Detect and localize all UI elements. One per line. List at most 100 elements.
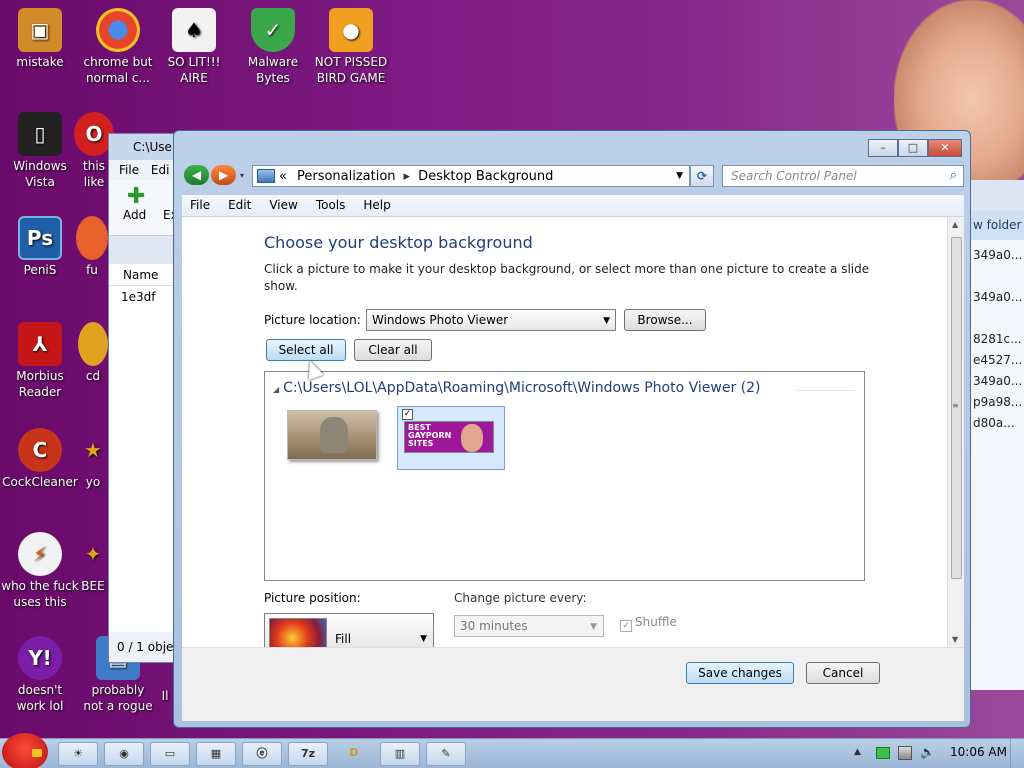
position-preview-image <box>269 618 327 648</box>
menu-help[interactable]: Help <box>363 195 398 216</box>
address-dropdown-icon[interactable]: ▼ <box>676 171 683 181</box>
menu-edit[interactable]: Edit <box>228 195 259 216</box>
bg-menu-file[interactable]: File <box>119 163 139 177</box>
taskbar-game-button[interactable]: D <box>334 742 374 766</box>
chevron-down-icon: ▼ <box>420 634 427 644</box>
taskbar-7zip-button[interactable]: 7z <box>288 742 328 766</box>
background-right-window[interactable]: w folder 349a0... 349a0... 8281c... e452… <box>970 180 1024 690</box>
thumbnail-checkbox[interactable]: ✓ <box>402 409 413 420</box>
taskbar-cmd-button[interactable]: ▭ <box>150 742 190 766</box>
list-item[interactable]: 349a0... <box>971 290 1024 311</box>
picture-location-select[interactable]: Windows Photo Viewer ▼ <box>366 309 616 331</box>
menu-file[interactable]: File <box>190 195 218 216</box>
vertical-scrollbar[interactable]: ▲ ≡ ▼ <box>947 217 964 647</box>
system-tray: ▲ 🔈 10:06 AM <box>854 739 1024 768</box>
menu-view[interactable]: View <box>269 195 305 216</box>
ie-icon: ⓔ <box>256 747 268 760</box>
desktop-icon-pdf-reader[interactable]: ⅄ Morbius Reader <box>0 322 80 400</box>
title-bar[interactable]: – □ ✕ <box>174 131 970 161</box>
new-folder-button[interactable]: w folder <box>971 210 1024 240</box>
desktop-icon-yahoo-messenger[interactable]: Y! doesn't work lol <box>0 636 80 714</box>
desktop-icon-bad-piggies[interactable]: ● NOT PISSED BIRD GAME <box>311 8 391 86</box>
desktop-icon-winamp[interactable]: ⚡ who the fuck uses this <box>0 532 80 610</box>
desktop-icon-mistake[interactable]: ▣ mistake <box>0 8 80 70</box>
desktop-icon-star[interactable]: ★ yo <box>78 428 108 490</box>
clear-all-button[interactable]: Clear all <box>354 339 432 361</box>
breadcrumb-separator-icon[interactable]: ▸ <box>404 169 411 184</box>
scroll-down-icon[interactable]: ▼ <box>952 635 958 644</box>
back-button[interactable]: ◀ <box>184 165 209 185</box>
address-bar[interactable]: « Personalization ▸ Desktop Background ▼ <box>252 165 690 187</box>
taskbar-ie-button[interactable]: ⓔ <box>242 742 282 766</box>
group-divider <box>795 390 855 391</box>
shuffle-checkbox[interactable]: ✓ Shuffle <box>620 615 677 632</box>
recycle-bin-icon: ▯ <box>18 112 62 156</box>
desktop-icon-firefox[interactable]: fu <box>76 216 108 278</box>
forward-button[interactable]: ▶ <box>211 165 236 185</box>
recent-pages-chevron-icon[interactable]: ▾ <box>240 171 244 180</box>
picture-position-value: Fill <box>335 632 352 646</box>
desktop-icon-recycle-bin[interactable]: ▯ Windows Vista <box>0 112 80 190</box>
change-picture-select[interactable]: 30 minutes ▼ <box>454 615 604 637</box>
search-input[interactable]: Search Control Panel ⌕ <box>722 165 964 187</box>
picture-gallery[interactable]: ◢ C:\Users\LOL\AppData\Roaming\Microsoft\… <box>264 371 865 581</box>
maximize-button[interactable]: □ <box>898 139 928 157</box>
group-header-text: C:\Users\LOL\AppData\Roaming\Microsoft\W… <box>283 380 761 396</box>
desktop-icon-solitaire[interactable]: ♠ SO LIT!!! AIRE <box>154 8 234 86</box>
refresh-button[interactable]: ⟳ <box>690 165 714 187</box>
cancel-button[interactable]: Cancel <box>806 662 880 684</box>
minimize-button[interactable]: – <box>868 139 898 157</box>
scroll-up-icon[interactable]: ▲ <box>952 220 958 229</box>
save-changes-button[interactable]: Save changes <box>686 662 794 684</box>
desktop-icon-malwarebytes[interactable]: ✓ Malware Bytes <box>233 8 313 86</box>
taskbar-file-manager-button[interactable]: ▦ <box>196 742 236 766</box>
taskbar-archive-button[interactable]: ▥ <box>380 742 420 766</box>
menu-tools[interactable]: Tools <box>316 195 354 216</box>
list-item[interactable]: 8281c... <box>971 332 1024 353</box>
kitten-thumbnail[interactable] <box>287 410 377 460</box>
desktop-icon-ccleaner[interactable]: C CockCleaner <box>0 428 80 490</box>
list-item[interactable]: e4527... <box>971 353 1024 374</box>
show-desktop-button[interactable] <box>1010 739 1024 768</box>
select-all-button[interactable]: Select all <box>266 339 346 361</box>
page-description: Click a picture to make it your desktop … <box>264 262 870 293</box>
picture-position-select[interactable]: Fill ▼ <box>264 613 434 649</box>
add-button[interactable]: Add <box>123 208 146 222</box>
clock[interactable]: 10:06 AM <box>950 745 1007 759</box>
game-icon: D <box>349 746 359 759</box>
list-item[interactable]: p9a98... <box>971 395 1024 416</box>
list-item[interactable]: d80a... <box>971 416 1024 437</box>
desktop-icon-cd[interactable]: cd <box>78 322 108 384</box>
show-hidden-icons-icon[interactable]: ▲ <box>854 747 861 757</box>
collapse-triangle-icon[interactable]: ◢ <box>273 385 279 394</box>
desktop-background-window[interactable]: – □ ✕ ◀ ▶ ▾ « Personalization ▸ Desktop … <box>173 130 971 728</box>
solitaire-icon: ♠ <box>172 8 216 52</box>
list-item[interactable] <box>971 269 1024 290</box>
page-title: Choose your desktop background <box>264 233 533 252</box>
taskbar-explorer-button[interactable]: ☀ <box>58 742 98 766</box>
search-icon[interactable]: ⌕ <box>950 168 957 183</box>
desktop-icon-bee[interactable]: ✦ BEE <box>78 532 108 594</box>
battery-icon[interactable] <box>876 747 890 759</box>
list-item[interactable]: 349a0... <box>971 374 1024 395</box>
close-button[interactable]: ✕ <box>928 139 962 157</box>
breadcrumb-prefix[interactable]: « <box>279 169 287 184</box>
list-item[interactable] <box>971 311 1024 332</box>
start-button[interactable] <box>2 733 48 768</box>
dialog-footer: Save changes Cancel <box>182 647 964 721</box>
volume-icon[interactable]: 🔈 <box>920 745 935 759</box>
network-icon[interactable] <box>898 746 912 760</box>
taskbar-chrome-button[interactable]: ◉ <box>104 742 144 766</box>
taskbar-tool-button[interactable]: ✎ <box>426 742 466 766</box>
bg-menu-edit[interactable]: Edi <box>151 163 170 177</box>
breadcrumb-personalization[interactable]: Personalization <box>297 169 396 184</box>
gallery-group-header[interactable]: ◢ C:\Users\LOL\AppData\Roaming\Microsoft\… <box>273 380 761 396</box>
cmd-icon: ▭ <box>164 747 176 760</box>
selected-thumbnail[interactable]: ✓ BEST GAYPORN SITES <box>397 406 505 470</box>
list-item[interactable]: 349a0... <box>971 248 1024 269</box>
chevron-down-icon: ▼ <box>590 622 597 632</box>
breadcrumb-desktop-background[interactable]: Desktop Background <box>418 169 553 184</box>
desktop-icon-photoshop[interactable]: Ps PeniS <box>0 216 80 278</box>
browse-button[interactable]: Browse... <box>624 309 706 331</box>
desktop-icon-chrome[interactable]: chrome but normal c... <box>78 8 158 86</box>
